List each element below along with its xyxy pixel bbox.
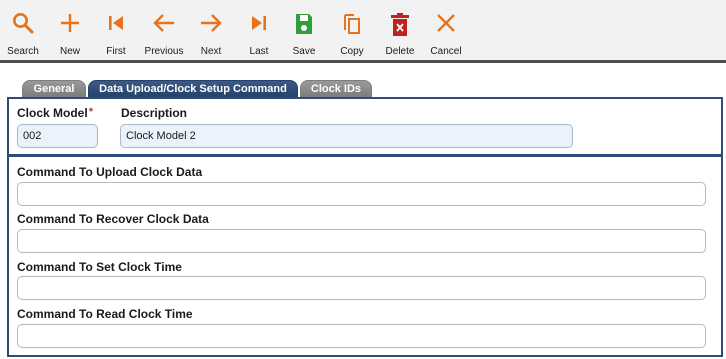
tab-data-upload-clock-setup[interactable]: Data Upload/Clock Setup Command [88,80,298,97]
toolbar: Search New First Previous Next Last Save… [0,0,726,63]
header-panel: Clock Model* 002 Description Clock Model… [7,97,723,156]
set-time-command-field[interactable] [17,276,706,300]
save-icon [296,14,312,34]
read-time-command-field[interactable] [17,324,706,348]
save-label: Save [292,46,316,57]
tab-clock-ids-label: Clock IDs [310,83,362,95]
next-label: Next [200,46,222,57]
copy-icon [344,14,360,34]
search-icon [13,13,34,34]
cancel-label: Cancel [430,46,462,57]
clock-model-label: Clock Model* [17,106,93,120]
clock-model-label-text: Clock Model [17,106,88,120]
new-button[interactable]: New [55,0,85,60]
description-value: Clock Model 2 [126,130,196,142]
arrow-left-icon [153,14,174,32]
previous-label: Previous [144,46,184,57]
arrow-right-icon [201,14,222,32]
tab-general[interactable]: General [22,80,86,97]
tab-clock-ids[interactable]: Clock IDs [300,80,372,97]
first-label: First [106,46,126,57]
upload-command-label: Command To Upload Clock Data [17,165,203,179]
copy-button[interactable]: Copy [337,0,367,60]
commands-panel: Command To Upload Clock Data Command To … [7,155,723,357]
recover-command-field[interactable] [17,229,706,253]
last-icon [252,16,266,30]
first-icon [109,16,123,30]
delete-button[interactable]: Delete [383,0,417,60]
first-button[interactable]: First [101,0,131,60]
delete-icon [391,13,409,36]
copy-label: Copy [340,46,364,57]
last-label: Last [249,46,269,57]
tab-general-label: General [33,83,75,95]
description-label: Description [121,106,188,120]
read-time-command-label: Command To Read Clock Time [17,307,193,321]
cancel-icon [437,14,455,32]
previous-button[interactable]: Previous [144,0,184,60]
clock-model-value: 002 [23,130,42,142]
search-button[interactable]: Search [5,0,41,60]
description-field[interactable]: Clock Model 2 [120,124,573,148]
save-button[interactable]: Save [289,0,319,60]
tab-data-upload-label: Data Upload/Clock Setup Command [99,83,287,95]
set-time-command-label: Command To Set Clock Time [17,260,182,274]
last-button[interactable]: Last [244,0,274,60]
clock-model-field[interactable]: 002 [17,124,98,148]
next-button[interactable]: Next [196,0,226,60]
delete-label: Delete [385,46,415,57]
plus-icon [61,14,79,32]
recover-command-label: Command To Recover Clock Data [17,212,209,226]
cancel-button[interactable]: Cancel [428,0,464,60]
new-label: New [59,46,81,57]
search-label: Search [7,46,39,57]
upload-command-field[interactable] [17,182,706,206]
required-mark: * [88,106,93,118]
